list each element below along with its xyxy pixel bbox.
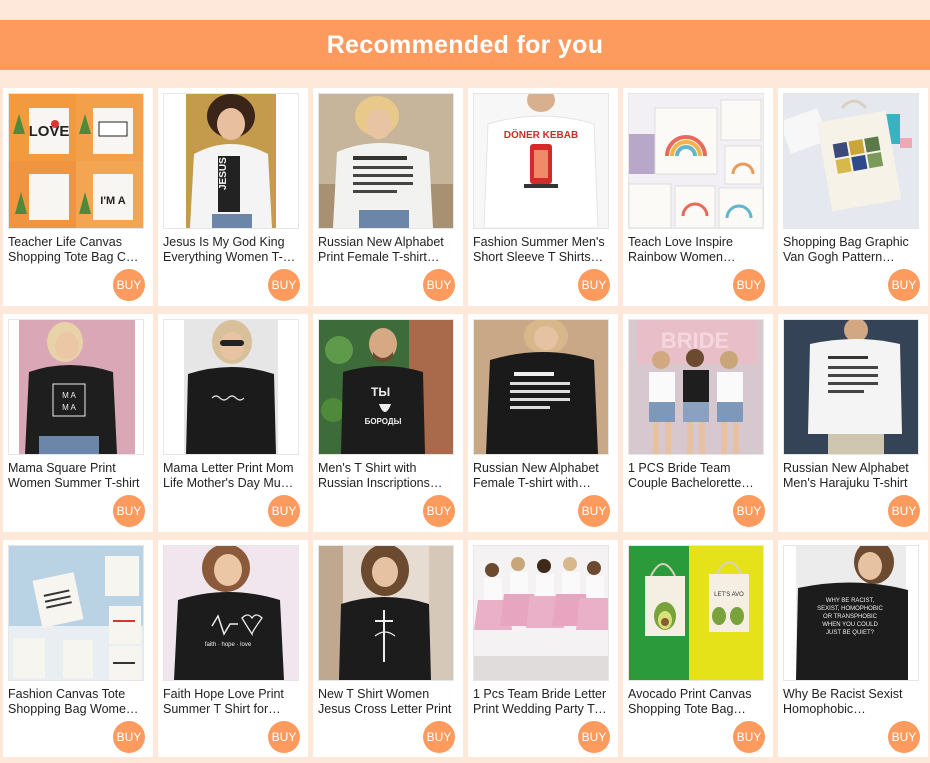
product-image[interactable]: ТЫ БОРОДЫ [318,319,454,455]
product-title[interactable]: 1 PCS Bride Team Couple Bachelorette Par… [628,461,765,491]
buy-button[interactable]: BUY [578,495,610,527]
product-title[interactable]: Faith Hope Love Print Summer T Shirt for… [163,687,300,717]
buy-button[interactable]: BUY [268,269,300,301]
product-title[interactable]: Russian New Alphabet Print Female T-shir… [318,235,455,265]
product-image[interactable]: DÖNER KEBAB [473,93,609,229]
buy-button[interactable]: BUY [733,269,765,301]
buy-button[interactable]: BUY [888,269,920,301]
svg-text:JUST BE QUIET?: JUST BE QUIET? [826,630,875,636]
buy-button[interactable]: BUY [423,721,455,753]
product-title[interactable]: Russian New Alphabet Men's Harajuku T-sh… [783,461,920,491]
product-card[interactable]: Fashion Canvas Tote Shopping Bag Women R… [3,540,153,758]
product-image[interactable]: LET'S AVO [628,545,764,681]
product-title[interactable]: Jesus Is My God King Everything Women T-… [163,235,300,265]
product-title[interactable]: Fashion Canvas Tote Shopping Bag Women R… [8,687,145,717]
product-image[interactable] [783,93,919,229]
product-card[interactable]: Russian New Alphabet Men's Harajuku T-sh… [778,314,928,532]
product-card[interactable]: DÖNER KEBAB Fashion Summer Men's Short S… [468,88,618,306]
product-image[interactable]: M A M A [8,319,144,455]
product-card[interactable]: BRIDE 1 PCS Bride Team Couple Bacheloret… [623,314,773,532]
product-image[interactable]: WHY BE RACIST, SEXIST, HOMOPHOBIC OR TRA… [783,545,919,681]
product-title[interactable]: Why Be Racist Sexist Homophobic Transpho… [783,687,920,717]
page-title: Recommended for you [326,30,604,59]
product-card[interactable]: New T Shirt Women Jesus Cross Letter Pri… [313,540,463,758]
product-title[interactable]: Avocado Print Canvas Shopping Tote Bag W… [628,687,765,717]
product-image[interactable] [628,93,764,229]
product-card[interactable]: Russian New Alphabet Female T-shirt with… [468,314,618,532]
product-title[interactable]: Shopping Bag Graphic Van Gogh Pattern Ca… [783,235,920,265]
buy-button[interactable]: BUY [888,721,920,753]
product-image[interactable]: JESUS [163,93,299,229]
svg-text:OR TRANSPHOBIC: OR TRANSPHOBIC [823,614,878,620]
buy-button[interactable]: BUY [113,495,145,527]
product-title[interactable]: New T Shirt Women Jesus Cross Letter Pri… [318,687,455,717]
buy-button[interactable]: BUY [113,269,145,301]
product-grid: LOVE I'M A Teacher Life Canvas Shopping … [3,88,928,758]
svg-text:SEXIST, HOMOPHOBIC: SEXIST, HOMOPHOBIC [817,606,883,612]
page-footer-strip [0,757,930,763]
product-card[interactable]: WHY BE RACIST, SEXIST, HOMOPHOBIC OR TRA… [778,540,928,758]
recommended-header: Recommended for you [0,20,930,70]
buy-button[interactable]: BUY [268,495,300,527]
svg-text:M A: M A [62,403,76,412]
svg-text:DÖNER KEBAB: DÖNER KEBAB [504,128,578,141]
buy-button[interactable]: BUY [578,721,610,753]
svg-text:I'M A: I'M A [100,195,125,207]
product-card[interactable]: ТЫ БОРОДЫ Men's T Shirt with Russian Ins… [313,314,463,532]
svg-text:ТЫ: ТЫ [371,385,390,399]
product-card[interactable]: Mama Letter Print Mom Life Mother's Day … [158,314,308,532]
product-title[interactable]: Teacher Life Canvas Shopping Tote Bag Cu… [8,235,145,265]
product-card[interactable]: JESUS Jesus Is My God King Everything Wo… [158,88,308,306]
product-image[interactable] [783,319,919,455]
product-card[interactable]: LOVE I'M A Teacher Life Canvas Shopping … [3,88,153,306]
svg-text:БОРОДЫ: БОРОДЫ [365,417,402,426]
product-title[interactable]: Fashion Summer Men's Short Sleeve T Shir… [473,235,610,265]
svg-text:faith · hope · love: faith · hope · love [205,642,252,648]
product-title[interactable]: Mama Square Print Women Summer T-shirt [8,461,145,491]
product-card[interactable]: faith · hope · love Faith Hope Love Prin… [158,540,308,758]
buy-button[interactable]: BUY [888,495,920,527]
svg-text:LET'S AVO: LET'S AVO [714,592,744,598]
product-title[interactable]: Mama Letter Print Mom Life Mother's Day … [163,461,300,491]
buy-button[interactable]: BUY [268,721,300,753]
product-card[interactable]: Teach Love Inspire Rainbow Women Canvas … [623,88,773,306]
product-title[interactable]: 1 Pcs Team Bride Letter Print Wedding Pa… [473,687,610,717]
product-image[interactable] [318,93,454,229]
product-card[interactable]: M A M A Mama Square Print Women Summer T… [3,314,153,532]
product-image[interactable] [163,319,299,455]
product-image[interactable] [8,545,144,681]
buy-button[interactable]: BUY [733,495,765,527]
buy-button[interactable]: BUY [113,721,145,753]
svg-text:WHEN YOU COULD: WHEN YOU COULD [822,622,878,628]
product-title[interactable]: Teach Love Inspire Rainbow Women Canvas … [628,235,765,265]
product-card[interactable]: LET'S AVO Avocado Print Canvas Shopping … [623,540,773,758]
svg-text:M A: M A [62,391,76,400]
buy-button[interactable]: BUY [423,269,455,301]
product-card[interactable]: Russian New Alphabet Print Female T-shir… [313,88,463,306]
buy-button[interactable]: BUY [423,495,455,527]
product-title[interactable]: Russian New Alphabet Female T-shirt with… [473,461,610,491]
product-image[interactable]: faith · hope · love [163,545,299,681]
svg-text:JESUS: JESUS [218,157,229,190]
product-image[interactable]: BRIDE [628,319,764,455]
buy-button[interactable]: BUY [578,269,610,301]
product-card[interactable]: 1 Pcs Team Bride Letter Print Wedding Pa… [468,540,618,758]
buy-button[interactable]: BUY [733,721,765,753]
product-title[interactable]: Men's T Shirt with Russian Inscriptions … [318,461,455,491]
product-card[interactable]: Shopping Bag Graphic Van Gogh Pattern Ca… [778,88,928,306]
product-image[interactable] [473,319,609,455]
product-image[interactable] [473,545,609,681]
product-image[interactable]: LOVE I'M A [8,93,144,229]
svg-text:WHY BE RACIST,: WHY BE RACIST, [826,598,875,604]
svg-text:LOVE: LOVE [29,123,70,140]
product-image[interactable] [318,545,454,681]
